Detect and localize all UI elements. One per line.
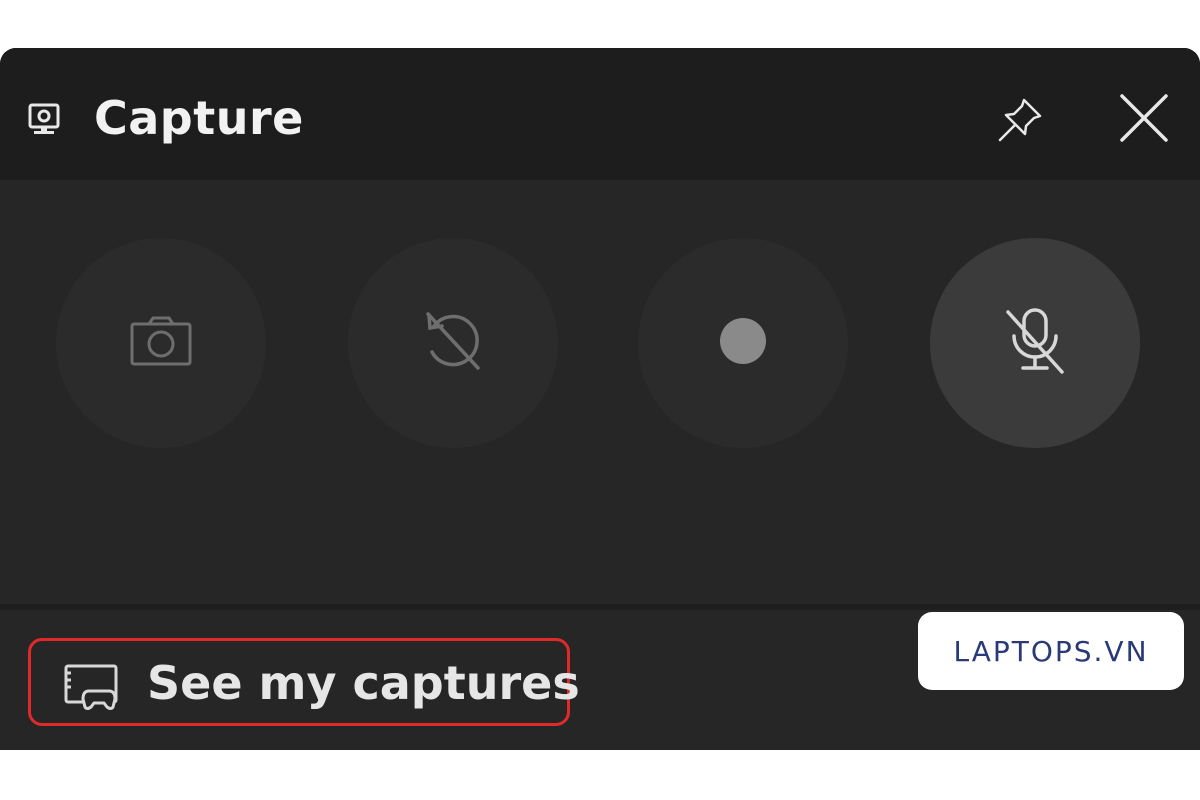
microphone-toggle-button[interactable] bbox=[930, 238, 1140, 448]
history-off-icon bbox=[420, 308, 486, 378]
start-recording-button[interactable] bbox=[638, 238, 848, 448]
record-last-30-seconds-button[interactable] bbox=[348, 238, 558, 448]
gallery-controller-icon bbox=[63, 663, 119, 711]
watermark-logo: LAPTOPS.VN bbox=[918, 612, 1184, 690]
watermark-text: LAPTOPS.VN bbox=[953, 634, 1149, 668]
record-dot-icon bbox=[718, 316, 768, 370]
title-bar: Capture bbox=[0, 48, 1200, 180]
screenshot-button[interactable] bbox=[56, 238, 266, 448]
see-my-captures-label: See my captures bbox=[147, 656, 580, 710]
microphone-off-icon bbox=[1002, 306, 1068, 380]
capture-controls bbox=[0, 180, 1200, 604]
pin-icon bbox=[994, 94, 1046, 150]
close-button[interactable] bbox=[1108, 84, 1180, 156]
pin-button[interactable] bbox=[988, 90, 1052, 154]
close-icon bbox=[1114, 88, 1174, 152]
camera-icon bbox=[129, 315, 193, 371]
widget-title: Capture bbox=[94, 91, 304, 145]
monitor-camera-icon bbox=[26, 102, 62, 138]
see-my-captures-button[interactable]: See my captures bbox=[28, 638, 580, 726]
